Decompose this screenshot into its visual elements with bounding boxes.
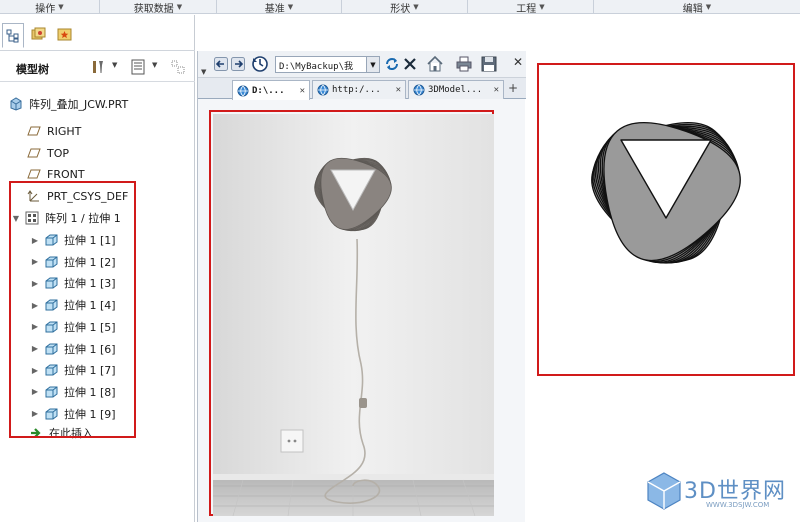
tree-item-label: RIGHT [47,124,82,138]
new-tab-plus-icon[interactable]: + [508,81,518,95]
browser-tab-local[interactable]: D:\... ✕ [232,80,310,100]
back-arrow-icon [214,57,228,71]
chevron-down-icon: ▼ [176,3,183,11]
ribbon-group-engineering[interactable]: 工程 ▼ [468,0,594,15]
chevron-down-icon: ▼ [539,3,545,11]
save-button[interactable] [479,55,499,73]
tab-folder-browser[interactable] [28,23,50,45]
navigator-panel: 模型树 ▼ ▼ 阵列_叠加_JCW.PRT RIGHT TOP FRONT PR… [0,15,195,522]
browser-tab-http[interactable]: http:/... ✕ [312,80,406,99]
ribbon-group-label: 编辑 [682,3,703,15]
stop-x-icon [404,58,416,70]
chevron-down-icon: ▼ [413,3,419,11]
datum-plane-icon [26,145,42,161]
refresh-button[interactable] [383,55,401,73]
list-settings-icon [131,59,145,75]
part-icon [8,96,24,112]
ribbon-group-label: 获取数据 [133,3,174,15]
globe-icon [413,84,425,96]
navigator-tabs [0,15,195,51]
tab-label: 3DModel... [428,85,483,95]
ribbon-group-shapes[interactable]: 形状 ▼ [342,0,468,15]
save-disk-icon [481,56,497,72]
ribbon-group-operations[interactable]: 操作 ▼ [0,0,100,15]
close-icon[interactable]: ✕ [513,55,523,69]
browser-tab-3dmodel[interactable]: 3DModel... ✕ [408,80,504,99]
lamp-photo-image [213,114,494,516]
tools-icon [93,61,103,73]
tab-label: http:/... [332,85,381,95]
filter-button[interactable] [168,57,188,77]
tab-model-tree[interactable] [2,23,24,48]
filter-icon [171,60,185,74]
navigator-title: 模型树 [16,63,49,76]
tree-item-label: TOP [47,146,70,160]
tree-root-part[interactable]: 阵列_叠加_JCW.PRT [8,94,128,114]
ribbon-group-label: 工程 [516,3,537,15]
close-tab-icon[interactable]: ✕ [494,85,499,95]
pattern-shape [591,122,741,264]
home-button[interactable] [424,55,446,73]
navigator-toolbar: 模型树 ▼ ▼ [0,52,195,82]
ribbon-group-strip: 操作 ▼ 获取数据 ▼ 基准 ▼ 形状 ▼ 工程 ▼ 编辑 ▼ [0,0,800,15]
datum-plane-icon [26,123,42,139]
print-button[interactable] [453,55,475,73]
browser-toolbar: ▼ D:\MyBackup\我 ▼ ✕ [198,51,526,78]
ribbon-group-label: 基准 [264,3,285,15]
close-tab-icon[interactable]: ✕ [396,85,401,95]
watermark-url: WWW.3DSJW.COM [706,501,770,509]
home-icon [427,55,443,72]
site-watermark: 3D世界网 WWW.3DSJW.COM [646,467,796,517]
forward-arrow-icon [231,57,245,71]
chevron-down-icon: ▼ [370,60,376,69]
tree-item-label: 阵列_叠加_JCW.PRT [29,98,129,111]
highlight-frame [9,181,136,438]
datum-plane-icon [26,166,42,182]
model-tree-icon [6,29,19,42]
forward-button[interactable] [229,55,247,73]
printer-icon [456,56,472,72]
tree-item-top[interactable]: TOP [26,143,69,163]
refresh-icon [386,58,398,70]
favorites-folder-icon [57,28,72,41]
globe-icon [317,84,329,96]
close-tab-icon[interactable]: ✕ [300,86,305,96]
tree-item-right[interactable]: RIGHT [26,121,81,141]
stop-button[interactable] [401,55,419,73]
settings-tools-button[interactable] [88,57,108,77]
ribbon-group-editing[interactable]: 编辑 ▼ [594,0,800,15]
pattern-drawing [591,122,741,264]
globe-icon [237,85,249,96]
ribbon-group-get-data[interactable]: 获取数据 ▼ [100,0,217,15]
chevron-down-icon: ▼ [58,3,64,11]
history-icon [252,56,268,72]
history-button[interactable] [250,55,270,73]
show-options-button[interactable] [128,57,148,77]
chevron-down-icon: ▼ [287,3,294,11]
chevron-down-icon[interactable]: ▼ [152,61,157,69]
highlight-frame [209,110,494,516]
chevron-down-icon[interactable]: ▼ [112,61,117,69]
chevron-down-icon: ▼ [705,3,712,11]
address-dropdown-button[interactable]: ▼ [367,56,380,73]
lamp-photo [213,114,494,516]
tree-item-label: FRONT [47,167,85,181]
tab-favorites[interactable] [54,23,76,45]
highlight-frame [537,63,795,376]
folder-browser-icon [31,27,46,40]
ribbon-group-label: 形状 [390,3,411,15]
ribbon-group-datum[interactable]: 基准 ▼ [217,0,342,15]
cube-logo-icon [647,472,681,510]
back-button[interactable] [212,55,230,73]
address-bar[interactable]: D:\MyBackup\我 [275,56,367,73]
tab-label: D:\... [252,85,285,96]
browser-tab-strip: D:\... ✕ http:/... ✕ 3DModel... ✕ + [198,78,526,100]
ribbon-group-label: 操作 [35,3,56,15]
chevron-down-icon[interactable]: ▼ [201,68,206,76]
